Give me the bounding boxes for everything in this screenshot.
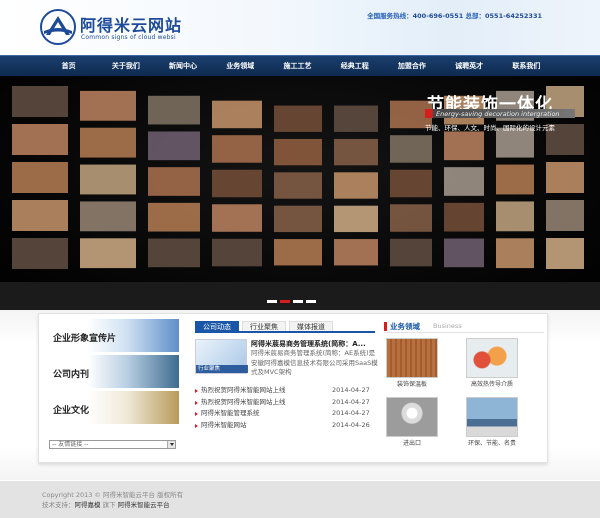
site-header: 阿得米云网站 Common signs of cloud websi 全国服务热… — [0, 0, 600, 55]
business-caption[interactable]: 高效热传导介质 — [466, 379, 518, 388]
insulation-board-image[interactable] — [386, 338, 438, 378]
hotline-phone: 400-696-0551 — [412, 12, 464, 20]
slider-dots — [267, 300, 316, 303]
heat-medium-image[interactable] — [466, 338, 518, 378]
slider-dot-active[interactable] — [280, 300, 290, 303]
slider-dot[interactable] — [306, 300, 316, 303]
support-brand-link[interactable]: 阿得嘉模 — [75, 501, 101, 509]
news-column: 公司动态 行业聚焦 媒体报道 行业聚焦 阿得米莀易商务管理系统(简称：A... … — [195, 321, 378, 431]
tab-company-news[interactable]: 公司动态 — [195, 321, 239, 331]
nav-item-jobs[interactable]: 诚聘英才 — [441, 56, 498, 77]
nav-item-contact[interactable]: 联系我们 — [498, 56, 555, 77]
support-label: 技术支持： — [42, 501, 75, 509]
banner-subtitle-en: Energy-saving decoration intergration — [436, 110, 560, 118]
list-item[interactable]: 热烈祝贺阿得米智能网站上线 2014-04-27 — [195, 397, 375, 409]
business-caption[interactable]: 进出口 — [386, 438, 438, 447]
slider-dot[interactable] — [267, 300, 277, 303]
nav-item-business[interactable]: 业务领域 — [212, 56, 269, 77]
business-item-eco[interactable]: 环保、节能、名贵 — [466, 397, 518, 447]
logo-title[interactable]: 阿得米云网站 — [80, 12, 182, 36]
hotline-label: 全国服务热线： — [367, 12, 413, 20]
nav-item-news[interactable]: 新闻中心 — [154, 56, 211, 77]
business-item-insulation-board[interactable]: 装饰保温板 — [386, 338, 438, 388]
news-title[interactable]: 热烈祝贺阿得米智能网站上线 — [201, 398, 286, 406]
site-footer: Copyright 2013 © 阿得米智能云平台 版权所有 技术支持：阿得嘉模… — [0, 481, 600, 518]
left-column: 企业形象宣传片 公司内刊 企业文化 — [49, 319, 179, 427]
logo-subtitle: Common signs of cloud websi — [81, 34, 176, 41]
friend-links-value: -- 友情链接 -- — [52, 441, 89, 448]
culture-label: 企业文化 — [53, 406, 90, 416]
business-title[interactable]: 业务领域 — [390, 321, 420, 332]
promo-video-banner[interactable]: 企业形象宣传片 — [49, 319, 179, 352]
business-caption[interactable]: 装饰保温板 — [386, 379, 438, 388]
chevron-down-icon[interactable] — [167, 441, 175, 448]
hq-phone: 0551-64252331 — [485, 12, 542, 20]
list-item[interactable]: 热烈祝贺阿得米智能网站上线 2014-04-27 — [195, 385, 375, 397]
support-platform-link[interactable]: 阿得米智能云平台 — [118, 501, 170, 509]
support-mid: 旗下 — [100, 501, 118, 509]
business-title-en: Business — [433, 322, 462, 330]
business-grid: 装饰保温板 高效热传导介质 进出口 环保、节能、名贵 — [384, 338, 544, 458]
eco-ship-image[interactable] — [466, 397, 518, 437]
hq-label: 总部： — [463, 12, 486, 20]
business-item-import-export[interactable]: 进出口 — [386, 397, 438, 447]
nav-item-projects[interactable]: 经典工程 — [326, 56, 383, 77]
hero-banner[interactable]: 节能装饰一体化 Energy-saving decoration intergr… — [0, 76, 600, 310]
nav-item-home[interactable]: 首页 — [40, 56, 97, 77]
list-item[interactable]: 阿得米智能管理系统 2014-04-27 — [195, 408, 375, 420]
featured-news-caption: 行业聚焦 — [196, 365, 248, 373]
hotline: 全国服务热线：400-696-0551 总部：0551-64252331 — [367, 10, 542, 20]
news-title[interactable]: 阿得米智能网站 — [201, 421, 247, 429]
tab-media-reports[interactable]: 媒体报道 — [289, 321, 333, 331]
news-tabs: 公司动态 行业聚焦 媒体报道 — [195, 321, 375, 333]
import-export-image[interactable] — [386, 397, 438, 437]
business-header: 业务领域 Business — [384, 321, 544, 333]
business-column: 业务领域 Business 装饰保温板 高效热传导介质 进出口 环保、节能、名贵 — [384, 321, 544, 458]
magazine-banner[interactable]: 公司内刊 — [49, 355, 179, 388]
featured-news-title[interactable]: 阿得米莀易商务管理系统(简称：A... — [251, 339, 379, 349]
copyright-text: Copyright 2013 © 阿得米智能云平台 版权所有 — [42, 491, 184, 499]
business-caption[interactable]: 环保、节能、名贵 — [466, 438, 518, 447]
featured-news[interactable]: 行业聚焦 阿得米莀易商务管理系统(简称：A... 阿得米莀易商务管理系统(简称：… — [195, 339, 378, 383]
news-list: 热烈祝贺阿得米智能网站上线 2014-04-27 热烈祝贺阿得米智能网站上线 201… — [195, 385, 375, 431]
news-date: 2014-04-27 — [332, 386, 370, 394]
promo-video-label: 企业形象宣传片 — [53, 334, 117, 344]
culture-banner[interactable]: 企业文化 — [49, 391, 179, 424]
list-item[interactable]: 阿得米智能网站 2014-04-26 — [195, 420, 375, 432]
nav-item-franchise[interactable]: 加盟合作 — [383, 56, 440, 77]
featured-news-image[interactable]: 行业聚焦 — [195, 339, 248, 374]
magazine-label: 公司内刊 — [53, 370, 90, 380]
nav-item-about[interactable]: 关于我们 — [97, 56, 154, 77]
news-date: 2014-04-27 — [332, 397, 370, 406]
content-panel: 企业形象宣传片 公司内刊 企业文化 -- 友情链接 -- 公司动态 行业聚焦 媒… — [38, 313, 548, 463]
tab-industry-focus[interactable]: 行业聚焦 — [242, 321, 286, 331]
news-title[interactable]: 热烈祝贺阿得米智能网站上线 — [201, 386, 286, 394]
news-date: 2014-04-26 — [332, 420, 370, 429]
banner-subtitle-cn: 节能、环保、人文、时尚、国际化的设计元素 — [425, 124, 555, 132]
friend-links-select[interactable]: -- 友情链接 -- — [49, 440, 176, 449]
nav-item-craft[interactable]: 施工工艺 — [269, 56, 326, 77]
news-title[interactable]: 阿得米智能管理系统 — [201, 409, 260, 417]
news-date: 2014-04-27 — [332, 409, 370, 417]
slider-dot[interactable] — [293, 300, 303, 303]
tech-support: 技术支持：阿得嘉模 旗下 阿得米智能云平台 — [42, 499, 170, 509]
logo-icon[interactable] — [40, 9, 76, 45]
header-accent-bar — [384, 322, 387, 331]
featured-news-desc: 阿得米莀易商务管理系统(简称：AE系统)是安徽阿得嘉模信息技术有限公司采用Saa… — [251, 349, 378, 376]
main-nav: 首页 关于我们 新闻中心 业务领域 施工工艺 经典工程 加盟合作 诚聘英才 联系… — [0, 55, 600, 76]
business-item-heat-medium[interactable]: 高效热传导介质 — [466, 338, 518, 388]
